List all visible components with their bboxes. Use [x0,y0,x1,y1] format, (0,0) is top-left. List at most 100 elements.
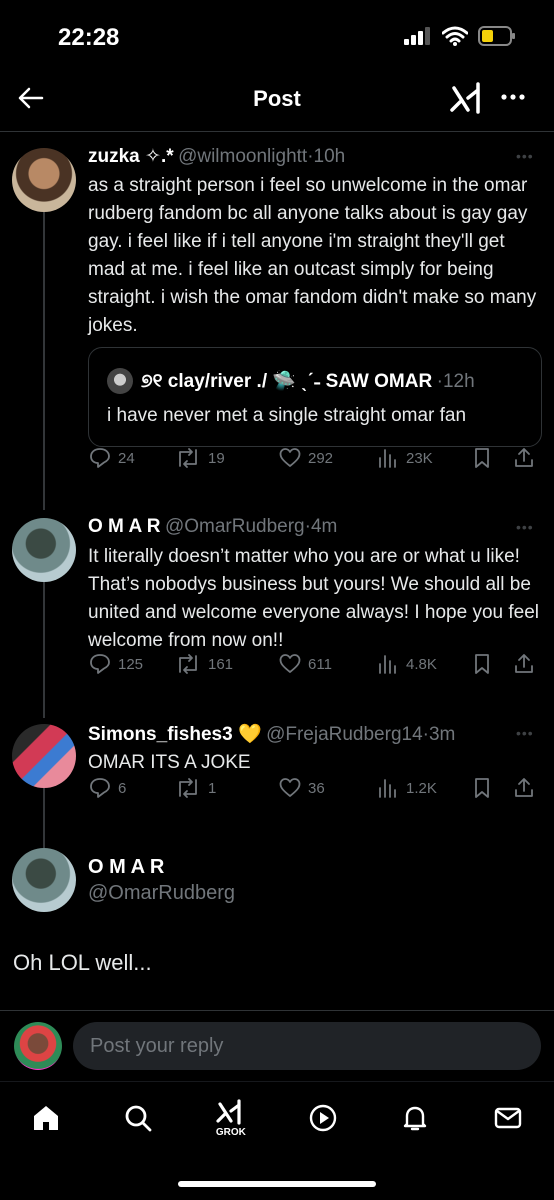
bottom-nav: GROK [0,1094,554,1142]
avatar[interactable] [12,518,76,582]
tweet-header: O M A R @OmarRudberg·4m [88,516,338,537]
timestamp: 4m [310,516,338,537]
bookmark-button[interactable] [470,652,494,676]
main-post-text: Oh LOL well... [13,950,152,975]
views-icon [379,779,396,798]
author-name[interactable]: Simons_fishes3 💛 [88,724,262,745]
tweet-header: zuzka ✧.* @wilmoonlightt·10h [88,146,346,167]
like-count: 611 [308,655,332,673]
bookmark-button[interactable] [470,446,494,470]
reply-count: 125 [118,655,144,673]
view-count: 4.8K [406,655,437,673]
repost-button[interactable]: 161 [174,652,233,676]
like-button[interactable]: 611 [278,652,332,676]
view-count: 1.2K [406,779,437,797]
ellipsis-icon [501,94,525,100]
search-icon [126,1105,152,1132]
home-icon [34,1106,59,1130]
avatar[interactable] [12,724,76,788]
author-name[interactable]: O M A R [88,516,160,537]
reply-button[interactable]: 6 [88,776,126,800]
user-avatar[interactable] [14,1022,62,1070]
status-time: 22:28 [58,24,120,51]
bookmark-icon [475,654,489,674]
quoted-text: i have never met a single straight omar … [107,405,467,426]
like-button[interactable]: 292 [278,446,333,470]
battery-icon [478,26,516,46]
quoted-timestamp: 12h [442,371,475,392]
tweet-more-button[interactable]: ••• [516,148,534,164]
reply-input[interactable]: Post your reply [73,1022,541,1070]
main-author-name[interactable]: O M A R [88,856,164,879]
share-button[interactable] [512,652,536,676]
repost-count: 1 [208,779,217,797]
repost-icon [179,448,197,468]
nav-home[interactable] [30,1102,62,1134]
share-icon [515,654,533,673]
bell-icon [404,1106,427,1131]
views-button[interactable]: 1.2K [376,776,437,800]
repost-count: 161 [208,655,234,673]
thread-line [43,212,45,510]
signal-icon [404,27,432,45]
view-count: 23K [406,449,433,467]
reply-count: 24 [118,449,135,467]
nav-grok[interactable]: GROK [215,1098,247,1138]
like-count: 36 [308,779,325,797]
timestamp: 10h [313,146,346,167]
nav-notifications[interactable] [399,1102,431,1134]
reply-button[interactable]: 24 [88,446,135,470]
views-icon [379,449,396,468]
share-button[interactable] [512,776,536,800]
quoted-post[interactable]: ୭୧ clay/river ./ 🛸 ˎˊ˗ SAW OMAR ·12h i h… [88,347,542,447]
main-author-handle[interactable]: @OmarRudberg [88,882,235,905]
avatar [107,368,133,394]
repost-button[interactable]: 1 [174,776,216,800]
share-icon [515,448,533,467]
author-name[interactable]: zuzka ✧.* [88,146,174,167]
reply-icon [90,778,110,798]
like-count: 292 [308,449,334,467]
more-options-button[interactable] [498,82,528,112]
quoted-author-name: ୭୧ clay/river ./ 🛸 ˎˊ˗ SAW OMAR [141,371,433,392]
tweet-more-button[interactable]: ••• [516,725,534,741]
divider [0,1010,554,1011]
reply-icon [90,654,110,674]
wifi-icon [442,26,468,46]
reply-count: 6 [118,779,127,797]
share-button[interactable] [512,446,536,470]
play-circle-icon [309,1104,337,1132]
home-indicator [178,1181,376,1187]
share-icon [515,778,533,797]
mail-icon [494,1107,521,1129]
nav-divider [0,1081,554,1082]
tweet-header: Simons_fishes3 💛 @FrejaRudberg14·3m [88,724,456,745]
reply-placeholder: Post your reply [90,1035,224,1057]
nav-video[interactable] [307,1102,339,1134]
bookmark-icon [475,448,489,468]
views-button[interactable]: 23K [376,446,433,470]
grok-button[interactable] [448,80,486,118]
tweet-more-button[interactable]: ••• [516,519,534,535]
like-button[interactable]: 36 [278,776,325,800]
author-handle[interactable]: @FrejaRudberg14 [266,724,423,745]
nav-search[interactable] [122,1102,154,1134]
bookmark-button[interactable] [470,776,494,800]
repost-button[interactable]: 19 [174,446,225,470]
author-handle[interactable]: @wilmoonlightt [178,146,307,167]
heart-icon [279,778,301,797]
timestamp: 3m [428,724,456,745]
header-divider [0,131,554,132]
repost-count: 19 [208,449,225,467]
heart-icon [279,654,301,673]
author-handle[interactable]: @OmarRudberg [165,516,305,537]
reply-button[interactable]: 125 [88,652,143,676]
avatar[interactable] [12,848,76,912]
avatar[interactable] [12,148,76,212]
thread-line [43,788,45,848]
nav-messages[interactable] [492,1102,524,1134]
tweet-text: It literally doesn’t matter who you are … [88,546,539,651]
thread-line [43,582,45,718]
views-button[interactable]: 4.8K [376,652,437,676]
views-icon [379,655,396,674]
